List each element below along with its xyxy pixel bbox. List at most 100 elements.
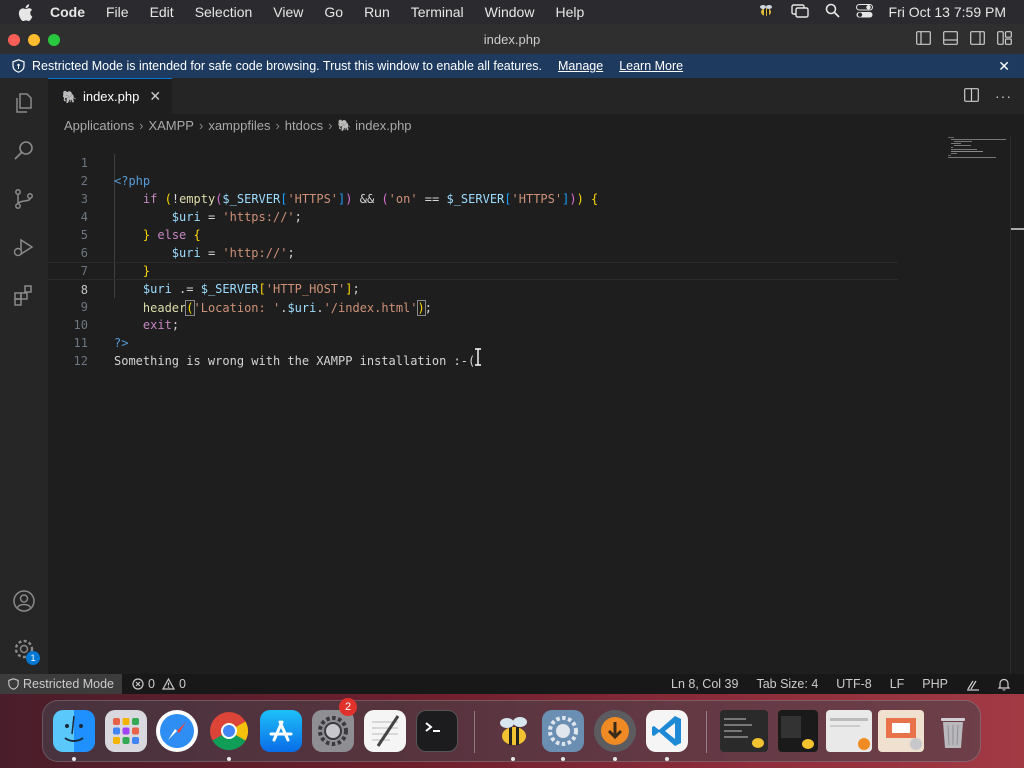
file-encoding[interactable]: UTF-8 — [836, 677, 871, 691]
menu-view[interactable]: View — [273, 4, 303, 20]
menu-help[interactable]: Help — [555, 4, 584, 20]
code-editor[interactable]: 1 <?php 2 if (!empty($_SERVER['HTTPS']) … — [48, 136, 1010, 674]
code-line[interactable]: 9 exit; — [48, 280, 898, 332]
settings-notification-badge: 2 — [339, 698, 357, 716]
code-line[interactable]: 4 } else { — [48, 190, 898, 242]
app-store-icon[interactable] — [260, 710, 302, 752]
toggle-primary-sidebar-icon[interactable] — [916, 31, 931, 48]
search-icon[interactable] — [12, 139, 36, 163]
running-indicator — [665, 757, 669, 761]
running-indicator — [613, 757, 617, 761]
installer-download-icon[interactable] — [594, 710, 636, 752]
source-control-icon[interactable] — [12, 187, 36, 211]
more-actions-icon[interactable]: ··· — [995, 88, 1012, 105]
error-icon — [132, 678, 144, 690]
close-icon[interactable]: ✕ — [998, 58, 1010, 75]
breadcrumb-htdocs[interactable]: htdocs — [285, 118, 323, 133]
restricted-mode-message: Restricted Mode is intended for safe cod… — [32, 59, 542, 73]
vscode-icon[interactable] — [646, 710, 688, 752]
text-cursor-icon — [475, 348, 481, 366]
menu-window[interactable]: Window — [485, 4, 535, 20]
menu-go[interactable]: Go — [324, 4, 343, 20]
trash-icon[interactable] — [932, 710, 974, 752]
toggle-panel-icon[interactable] — [943, 31, 958, 48]
terminal-icon[interactable] — [416, 710, 458, 752]
apple-icon[interactable] — [18, 3, 36, 21]
php-file-icon: 🐘 — [337, 119, 352, 132]
feedback-icon[interactable] — [966, 678, 980, 691]
launchpad-icon[interactable] — [105, 710, 147, 752]
accounts-icon[interactable] — [12, 589, 36, 613]
code-line[interactable]: 3 $uri = 'https://'; — [48, 172, 898, 224]
code-line[interactable]: 10 ?> — [48, 298, 898, 350]
shield-icon — [12, 59, 25, 73]
code-line[interactable]: 2 if (!empty($_SERVER['HTTPS']) && ('on'… — [48, 154, 898, 206]
split-editor-icon[interactable] — [964, 88, 979, 105]
safari-icon[interactable] — [156, 710, 198, 752]
minimap[interactable] — [948, 136, 1010, 176]
code-line[interactable]: 7 $uri .= $_SERVER['HTTP_HOST']; — [48, 244, 898, 296]
menu-edit[interactable]: Edit — [150, 4, 174, 20]
tab-index-php[interactable]: 🐘 index.php ✕ — [48, 78, 172, 114]
chevron-right-icon: › — [198, 117, 204, 133]
tab-size[interactable]: Tab Size: 4 — [756, 677, 818, 691]
control-center-icon[interactable] — [855, 3, 873, 21]
end-of-line[interactable]: LF — [890, 677, 905, 691]
breadcrumb-xampp[interactable]: XAMPP — [148, 118, 194, 133]
code-line-current[interactable]: 8 header('Location: '.$uri.'/index.html'… — [48, 262, 898, 316]
breadcrumb-xamppfiles[interactable]: xamppfiles — [208, 118, 270, 133]
screen-mirroring-icon[interactable] — [790, 3, 809, 21]
running-indicator — [561, 757, 565, 761]
explorer-icon[interactable] — [12, 91, 36, 115]
spotlight-search-icon[interactable] — [825, 3, 840, 21]
system-settings-icon[interactable] — [312, 710, 354, 752]
finder-icon[interactable] — [53, 710, 95, 752]
toggle-secondary-sidebar-icon[interactable] — [970, 31, 985, 48]
customize-layout-icon[interactable] — [997, 31, 1012, 48]
menu-app-name[interactable]: Code — [50, 4, 85, 20]
close-tab-icon[interactable]: ✕ — [149, 88, 161, 105]
recent-window-thumbnail[interactable] — [878, 710, 924, 752]
menu-run[interactable]: Run — [364, 4, 390, 20]
notifications-bell-icon[interactable] — [998, 678, 1010, 691]
restricted-mode-status[interactable]: Restricted Mode — [0, 674, 123, 694]
php-file-icon: 🐘 — [62, 89, 77, 104]
breadcrumb: Applications › XAMPP › xamppfiles › htdo… — [48, 114, 1024, 136]
restricted-mode-banner: Restricted Mode is intended for safe cod… — [0, 54, 1024, 78]
shield-icon — [8, 678, 19, 690]
recent-window-thumbnail[interactable] — [826, 710, 872, 752]
menu-selection[interactable]: Selection — [195, 4, 253, 20]
code-line[interactable]: 6 } — [48, 226, 898, 278]
code-line[interactable]: 11 Something is wrong with the XAMPP ins… — [48, 316, 898, 368]
warning-count: 0 — [178, 677, 186, 691]
chrome-icon[interactable] — [208, 710, 250, 752]
recent-window-thumbnail[interactable] — [720, 710, 768, 752]
recent-window-thumbnail[interactable] — [778, 710, 818, 752]
activity-bar: 1 — [0, 78, 48, 674]
status-bar: Restricted Mode 0 0 Ln 8, Col 39 Tab Siz… — [0, 674, 1024, 694]
window-title-bar: index.php — [0, 24, 1024, 54]
menubar-datetime[interactable]: Fri Oct 13 7:59 PM — [889, 4, 1006, 20]
editor-scrollbar[interactable] — [1010, 136, 1024, 674]
bee-app-icon[interactable] — [492, 710, 534, 752]
textedit-icon[interactable] — [364, 710, 406, 752]
problems-status[interactable]: 0 0 — [132, 677, 186, 691]
xampp-manager-icon[interactable] — [542, 710, 584, 752]
menu-file[interactable]: File — [106, 4, 129, 20]
line-number: 12 — [73, 354, 88, 368]
menu-terminal[interactable]: Terminal — [411, 4, 464, 20]
warning-icon — [161, 678, 175, 690]
manage-link[interactable]: Manage — [558, 59, 603, 73]
breadcrumb-applications[interactable]: Applications — [64, 118, 134, 133]
code-line[interactable]: 5 $uri = 'http://'; — [48, 208, 898, 260]
bee-status-icon[interactable] — [757, 3, 775, 22]
chevron-right-icon: › — [275, 117, 280, 133]
extensions-icon[interactable] — [12, 283, 36, 307]
code-line[interactable]: 1 <?php — [48, 136, 898, 188]
breadcrumb-index-php[interactable]: index.php — [355, 118, 411, 133]
running-indicator — [511, 757, 515, 761]
learn-more-link[interactable]: Learn More — [619, 59, 683, 73]
cursor-position[interactable]: Ln 8, Col 39 — [671, 677, 738, 691]
run-debug-icon[interactable] — [12, 235, 36, 259]
language-mode[interactable]: PHP — [922, 677, 948, 691]
